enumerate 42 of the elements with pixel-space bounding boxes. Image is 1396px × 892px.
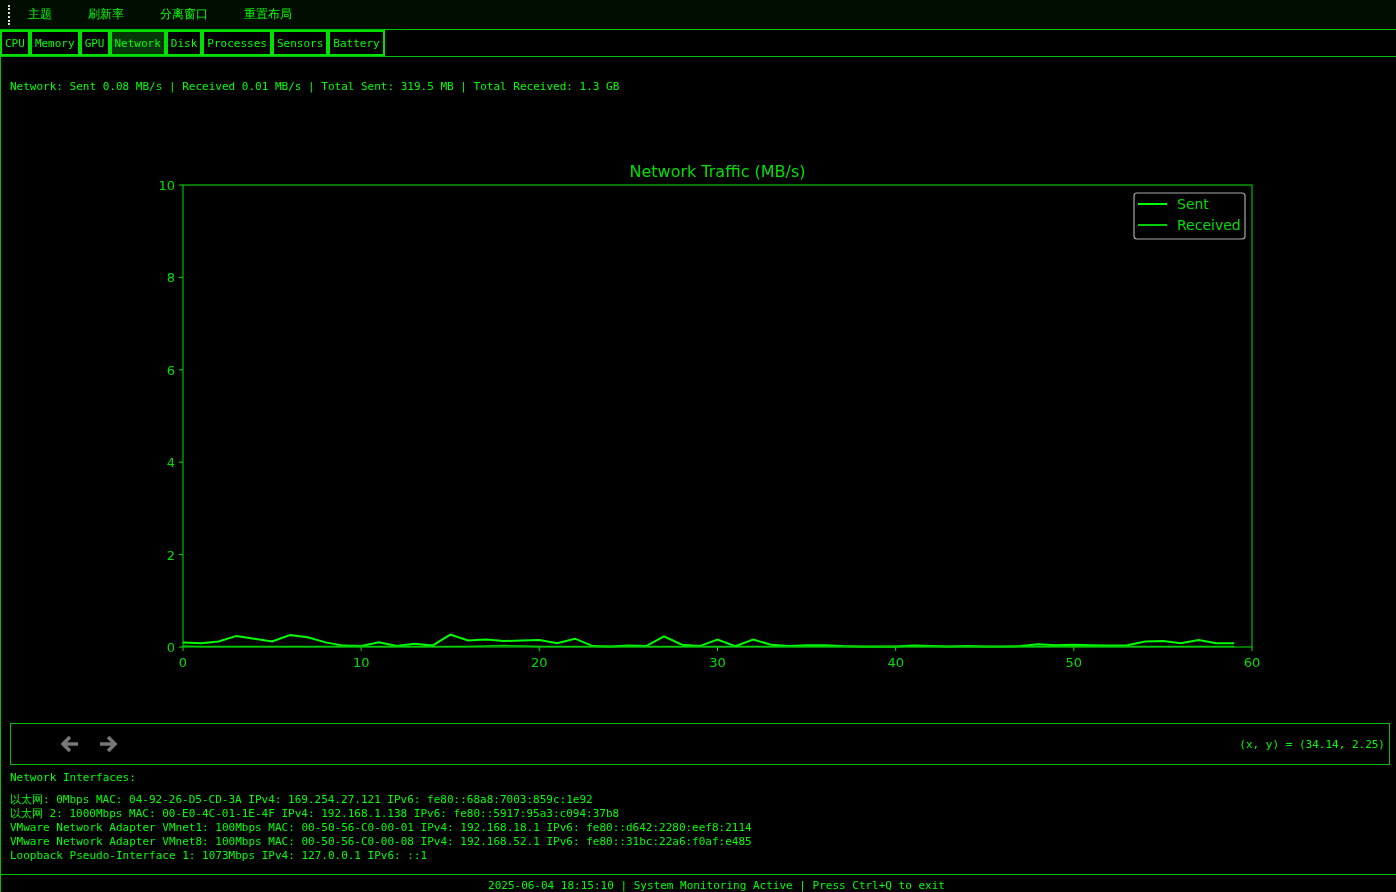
tab[interactable]: Memory [29, 30, 80, 56]
menu-item[interactable]: 重置布局 [232, 6, 308, 23]
axis-tick-label: 0 [178, 655, 188, 670]
interface-line: VMware Network Adapter VMnet1: 100Mbps MAC: 00-50-56-C0-00-01 IPv4: 192.168.18.1 IPv6: fe80::d642:2280:eef8:2114 [10, 821, 753, 835]
cursor-coordinates: (x, y) = (34.14, 2.25) [1239, 737, 1386, 751]
legend-label: Received [1177, 217, 1241, 233]
axis-tick-label: 8 [166, 270, 175, 286]
axis-tick-label: 10 [158, 178, 175, 193]
interface-line: Loopback Pseudo-Interface 1: 1073Mbps IPv4: 127.0.0.1 IPv6: ::1 [10, 849, 429, 863]
toolbar-grip[interactable] [8, 4, 12, 25]
legend-line [1137, 224, 1168, 226]
interface-line: VMware Network Adapter VMnet8: 100Mbps MAC: 00-50-56-C0-00-08 IPv4: 192.168.52.1 IPv6: fe80::31bc:22a6:f0af:e485 [10, 835, 753, 849]
status-text: 2025-06-04 18:15:10 | System Monitoring Active | Press Ctrl+Q to exit [487, 880, 945, 892]
tab[interactable]: Sensors [271, 30, 329, 56]
chart-title: Network Traffic (MB/s) [629, 163, 806, 181]
network-summary: Network: Sent 0.08 MB/s | Received 0.01 MB/s | Total Sent: 319.5 MB | Total Received: 1.3 GB [10, 80, 621, 93]
axis-tick-label: 2 [166, 547, 175, 563]
tab[interactable]: Battery [328, 30, 385, 56]
menu-item[interactable]: 主题 [16, 6, 68, 23]
section-heading: Network Interfaces: [10, 771, 137, 785]
axis-tick-label: 0 [166, 640, 175, 655]
axis-tick-label: 10 [352, 655, 370, 670]
forward-arrow-icon[interactable] [97, 733, 119, 755]
axis-tick-label: 30 [709, 655, 726, 670]
interface-line: 以太网 2: 1000Mbps MAC: 00-E0-4C-01-1E-4F IPv4: 192.168.1.138 IPv6: fe80::5917:95a3:c094:37b8 [10, 807, 621, 821]
menu-item[interactable]: 刷新率 [76, 6, 140, 23]
tab[interactable]: Disk [165, 30, 203, 56]
back-arrow-icon[interactable] [59, 733, 81, 755]
legend-label: Sent [1177, 196, 1209, 212]
legend-line [1137, 203, 1168, 205]
axis-tick-label: 60 [1243, 655, 1261, 670]
axis-tick-label: 4 [166, 455, 175, 471]
axis-tick-label: 6 [166, 362, 175, 378]
axis-tick-label: 40 [887, 655, 904, 670]
axis-tick-label: 50 [1065, 655, 1083, 670]
tab[interactable]: CPU [0, 30, 30, 56]
tab[interactable]: Network [109, 30, 166, 56]
axis-tick-label: 20 [531, 655, 548, 670]
tab[interactable]: Processes [202, 30, 272, 56]
menu-item[interactable]: 分离窗口 [148, 6, 224, 23]
interface-line: 以太网: 0Mbps MAC: 04-92-26-D5-CD-3A IPv4: 169.254.27.121 IPv6: fe80::68a8:7003:859c:1e92 [10, 793, 594, 807]
tab[interactable]: GPU [79, 30, 110, 56]
